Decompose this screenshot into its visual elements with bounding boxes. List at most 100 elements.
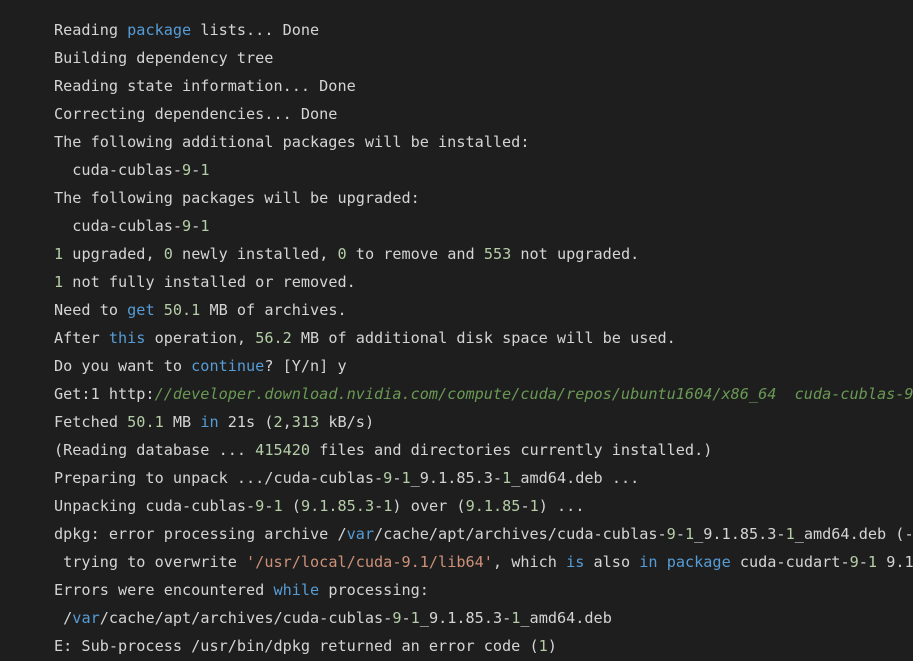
terminal-text-segment: 9 [392,609,402,627]
terminal-text-segment: var [72,609,100,627]
terminal-text-segment: in [639,553,658,571]
terminal-text-segment: 50.1 [127,413,164,431]
terminal-text-segment: 313 [291,413,320,431]
terminal-text-segment: 415420 [255,441,311,459]
terminal-line: cuda-cublas-9-1 [54,212,913,240]
terminal-text-segment: cuda-cublas- [54,161,183,179]
terminal-text-segment: 9 [666,525,676,543]
terminal-text-segment: dpkg: error processing archive / [54,525,347,543]
terminal-output: Reading package lists... Done Building de… [0,0,913,661]
terminal-text-segment: newly installed, [172,245,338,263]
terminal-text-segment: upgraded, [63,245,164,263]
terminal-text-segment: is [566,553,585,571]
terminal-text-segment: Unpacking cuda-cublas- [54,497,256,515]
terminal-text-segment: Building dependency tree [54,49,274,67]
terminal-text-segment: package [127,21,192,39]
terminal-text-segment: 1 [684,525,695,543]
terminal-text-segment: not fully installed or removed. [63,273,356,291]
terminal-text-segment: Errors were encountered [54,581,274,599]
terminal-text-segment: 553 [483,245,512,263]
terminal-text-segment: 9 [182,161,192,179]
terminal-text-segment: package [666,553,731,571]
terminal-text-segment: MB of archives. [200,301,347,319]
terminal-line: 1 upgraded, 0 newly installed, 0 to remo… [54,240,913,268]
terminal-text-segment: this [108,329,146,347]
terminal-text-segment: - [401,609,411,627]
terminal-text-segment: 1 [410,609,420,627]
terminal-text-segment: /cache/apt/archives/cuda-cublas- [374,525,667,543]
terminal-text-segment: ( [282,497,301,515]
terminal-text-segment: , [282,413,292,431]
terminal-text-segment: in [200,413,219,431]
terminal-text-segment: 1 [785,525,795,543]
terminal-text-segment: - [675,525,685,543]
terminal-text-segment: 1 [538,637,548,655]
terminal-text-segment: 1 [502,469,512,487]
terminal-line: trying to overwrite '/usr/local/cuda-9.1… [54,548,913,576]
terminal-line: cuda-cublas-9-1 [54,156,913,184]
terminal-text-segment: 1 [401,469,411,487]
terminal-line: Fetched 50.1 MB in 21s (2,313 kB/s) [54,408,913,436]
terminal-text-segment: continue [191,357,265,375]
terminal-text-segment: 1 [529,497,539,515]
terminal-text-segment: 9 [849,553,859,571]
terminal-text-segment: 9.1.85-1 [886,553,913,571]
terminal-text-segment: ) [547,637,557,655]
terminal-line: Need to get 50.1 MB of archives. [54,296,913,324]
terminal-text-segment: Fetched [54,413,128,431]
terminal-line: Building dependency tree [54,44,913,72]
terminal-text-segment: kB/s) [319,413,375,431]
terminal-text-segment: 9.1.85.3 [300,497,375,515]
terminal-text-segment: while [273,581,320,599]
terminal-text-segment: trying to overwrite [54,553,247,571]
terminal-text-segment: '/usr/local/cuda-9.1/lib64' [246,553,493,571]
terminal-line: dpkg: error processing archive /var/cach… [54,520,913,548]
terminal-text-segment: files and directories currently installe… [310,441,713,459]
terminal-text-segment: 2 [273,413,283,431]
terminal-line: 1 not fully installed or removed. [54,268,913,296]
terminal-text-segment: 21s ( [218,413,274,431]
terminal-text-segment: to remove and [346,245,484,263]
terminal-line: E: Sub-process /usr/bin/dpkg returned an… [54,632,913,660]
terminal-text-segment: 1 [200,217,210,235]
terminal-line: Errors were encountered while processing… [54,576,913,604]
terminal-text-segment: ) ... [538,497,585,515]
terminal-text-segment: The following packages will be upgraded: [54,189,420,207]
terminal-line: Correcting dependencies... Done [54,100,913,128]
terminal-text-segment: (Reading database ... [54,441,256,459]
terminal-line: The following additional packages will b… [54,128,913,156]
terminal-text-segment: _amd64.deb [520,609,612,627]
terminal-text-segment: - [520,497,530,515]
terminal-text-segment: 50.1 [163,301,201,319]
terminal-text-segment: After [54,329,109,347]
terminal-line: Reading package lists... Done [54,16,913,44]
terminal-text-segment: _9.1.85.3- [419,609,512,627]
terminal-text-segment: - [858,553,868,571]
terminal-text-segment: MB [163,413,201,431]
terminal-text-segment: MB of additional disk space will be used… [291,329,676,347]
terminal-text-segment: not upgraded. [511,245,640,263]
terminal-text-segment: ? [Y/n] y [264,357,347,375]
terminal-text-segment: Reading state information... Done [54,77,356,95]
terminal-text-segment: Preparing to unpack .../cuda-cublas- [54,469,384,487]
terminal-text-segment: _9.1.85.3- [410,469,503,487]
terminal-text-segment: cuda-cudart- [730,553,850,571]
terminal-text-segment: Correcting dependencies... Done [54,105,338,123]
terminal-text-segment: cuda-cublas- [54,217,183,235]
terminal-text-segment: ) over ( [392,497,466,515]
terminal-line: Reading state information... Done [54,72,913,100]
terminal-text-segment: 0 [163,245,173,263]
terminal-text-segment: _amd64.deb (--unpack): [794,525,913,543]
terminal-line: Unpacking cuda-cublas-9-1 (9.1.85.3-1) o… [54,492,913,520]
terminal-text-segment: - [191,217,201,235]
terminal-text-segment: 1 [867,553,878,571]
terminal-text-segment: , which [492,553,567,571]
terminal-text-segment: The following additional packages will b… [54,133,530,151]
terminal-text-segment: 1 [54,273,64,291]
terminal-text-segment: 1 [273,497,283,515]
terminal-text-segment: 0 [337,245,347,263]
terminal-text-segment: Get:1 http: [54,385,155,403]
terminal-text-segment: E: Sub-process /usr/bin/dpkg returned an… [54,637,539,655]
terminal-text-segment: operation, [145,329,256,347]
